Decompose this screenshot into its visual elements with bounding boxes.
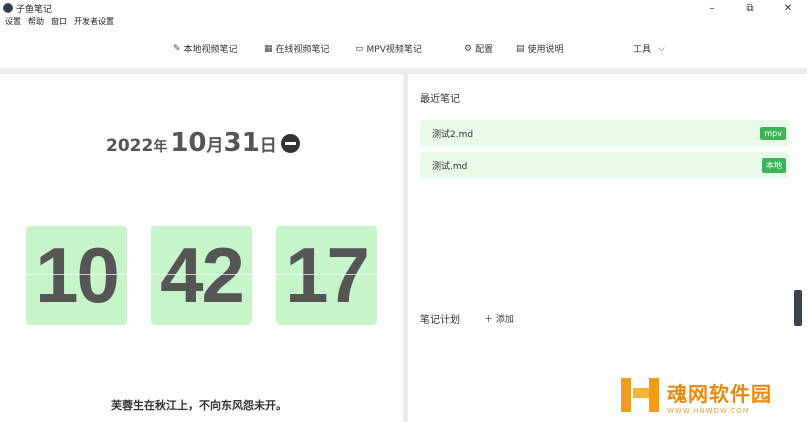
online-video-note-label: 在线视频笔记 bbox=[275, 45, 330, 55]
date-display: 2022 年 10 月 31 日 bbox=[106, 128, 300, 158]
manual-label: 使用说明 bbox=[527, 45, 564, 55]
seconds-card: 17 bbox=[276, 226, 377, 325]
grid-icon: ▦ bbox=[264, 43, 273, 54]
note-plan-title: 笔记计划 bbox=[420, 315, 460, 326]
minus-circle-icon[interactable] bbox=[280, 134, 300, 153]
hours-card: 10 bbox=[26, 226, 127, 325]
mpv-video-note-label: MPV视频笔记 bbox=[366, 45, 422, 55]
monitor-icon: ▭ bbox=[355, 43, 364, 54]
month-value: 10 bbox=[170, 128, 207, 158]
watermark-text: 魂网软件园 bbox=[667, 381, 772, 406]
poem-quote: 芙蓉生在秋江上，不向东风怨未开。 bbox=[111, 399, 287, 412]
watermark-logo: 魂网软件园 WWW.HNWDW.COM bbox=[619, 376, 772, 416]
app-title: 子鱼笔记 bbox=[16, 4, 53, 15]
note-tag-badge: 本地 bbox=[762, 157, 786, 173]
watermark-logo-icon bbox=[619, 376, 663, 416]
pen-icon: ✎ bbox=[173, 43, 181, 54]
manual-button[interactable]: ▤ 使用说明 bbox=[516, 42, 564, 56]
day-value: 31 bbox=[223, 128, 260, 158]
clock-panel: 2022 年 10 月 31 日 10 42 17 芙蓉生在秋江上，不向东风怨未… bbox=[0, 74, 403, 422]
toolbar: ✎ 本地视频笔记 ▦ 在线视频笔记 ▭ MPV视频笔记 ⚙ 配置 ▤ 使用说明 … bbox=[0, 38, 807, 60]
minutes-card: 42 bbox=[151, 226, 252, 325]
watermark-url: WWW.HNWDW.COM bbox=[667, 406, 750, 415]
maximize-button[interactable]: ⧉ bbox=[731, 0, 769, 16]
config-label: 配置 bbox=[475, 45, 494, 55]
recent-note-item[interactable]: 测试2.md mpv bbox=[420, 120, 789, 146]
gear-icon: ⚙ bbox=[464, 43, 473, 54]
minimize-button[interactable]: – bbox=[693, 0, 731, 16]
online-video-note-button[interactable]: ▦ 在线视频笔记 bbox=[264, 42, 330, 56]
title-bar: 子鱼笔记 – ⧉ ✕ bbox=[0, 0, 807, 16]
note-name: 测试2.md bbox=[432, 129, 474, 140]
add-plan-button[interactable]: ＋ 添加 bbox=[484, 312, 514, 325]
menu-window[interactable]: 窗口 bbox=[51, 16, 67, 30]
menu-settings[interactable]: 设置 bbox=[5, 16, 21, 30]
tools-label: 工具 bbox=[633, 45, 652, 55]
menu-bar: 设置 帮助 窗口 开发者设置 bbox=[5, 16, 121, 30]
local-video-note-button[interactable]: ✎ 本地视频笔记 bbox=[173, 42, 238, 56]
note-name: 测试.md bbox=[432, 161, 468, 172]
document-icon: ▤ bbox=[516, 43, 525, 54]
local-video-note-label: 本地视频笔记 bbox=[183, 45, 238, 55]
config-button[interactable]: ⚙ 配置 bbox=[464, 42, 494, 56]
side-drawer-handle[interactable] bbox=[794, 290, 802, 326]
menu-help[interactable]: 帮助 bbox=[28, 16, 44, 30]
year-value: 2022 bbox=[106, 136, 154, 156]
month-unit: 月 bbox=[206, 136, 224, 156]
chevron-down-icon: ⌵ bbox=[658, 43, 665, 54]
notes-panel: 最近笔记 测试2.md mpv 测试.md 本地 笔记计划 ＋ 添加 bbox=[408, 74, 807, 422]
app-logo-icon bbox=[3, 3, 13, 13]
day-unit: 日 bbox=[259, 136, 277, 156]
recent-note-item[interactable]: 测试.md 本地 bbox=[420, 152, 789, 178]
menu-developer-settings[interactable]: 开发者设置 bbox=[74, 16, 114, 30]
year-unit: 年 bbox=[153, 139, 168, 155]
tools-dropdown[interactable]: 工具 ⌵ bbox=[633, 42, 665, 56]
mpv-video-note-button[interactable]: ▭ MPV视频笔记 bbox=[355, 42, 422, 56]
recent-notes-title: 最近笔记 bbox=[420, 94, 460, 105]
note-tag-badge: mpv bbox=[760, 126, 786, 140]
close-button[interactable]: ✕ bbox=[769, 0, 807, 16]
